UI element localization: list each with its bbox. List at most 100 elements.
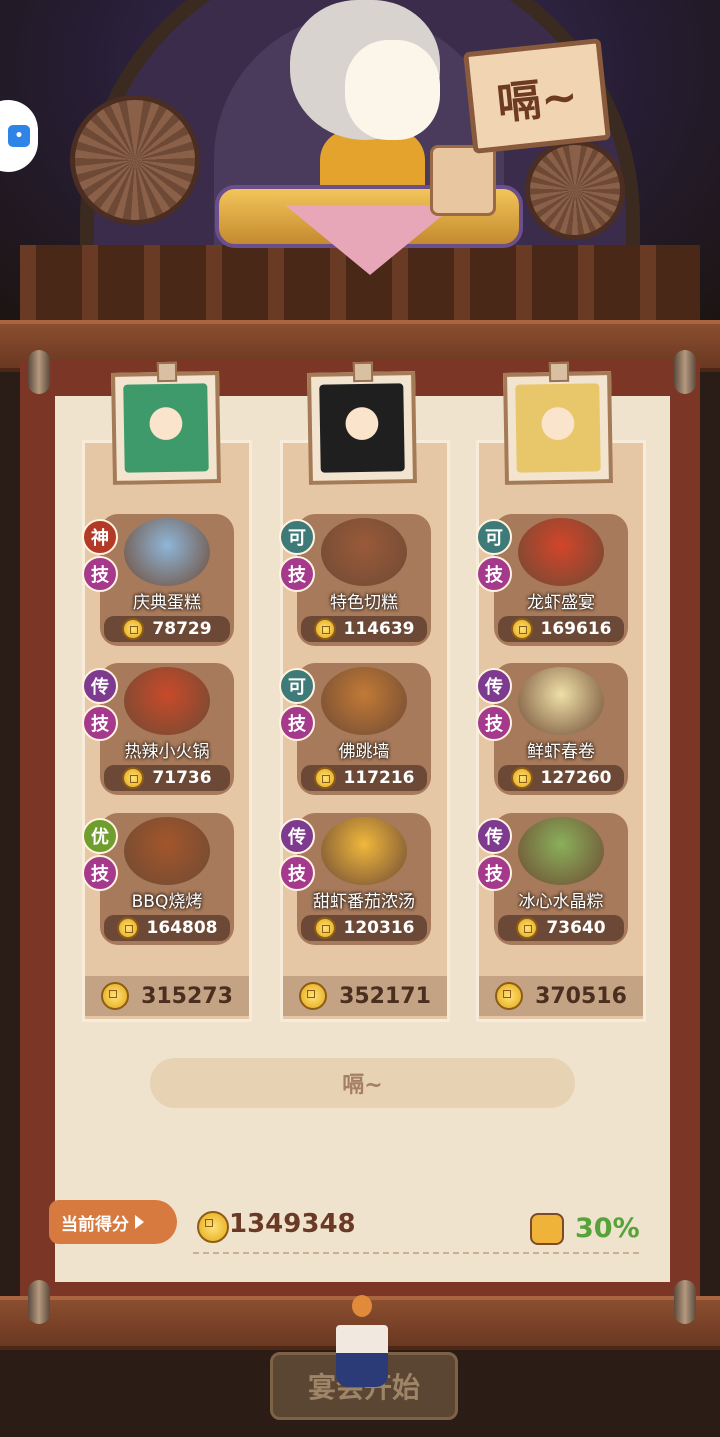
dish-name: 鲜虾春卷 <box>527 742 595 762</box>
coin-icon <box>299 982 328 1010</box>
bonus-percent: 30% <box>575 1213 640 1244</box>
dish-card[interactable]: 佛跳墙 117216 <box>297 663 431 795</box>
dish-image <box>321 817 407 885</box>
chat-icon: • <box>8 125 30 147</box>
avatar-image <box>123 383 209 473</box>
bonus-pot-icon <box>530 1213 564 1245</box>
skill-badge: 技 <box>82 855 118 891</box>
dish-name: 庆典蛋糕 <box>133 593 201 613</box>
dish-score-value: 127260 <box>540 768 612 788</box>
dish-score-value: 117216 <box>343 768 415 788</box>
dish-score-value: 78729 <box>152 619 212 639</box>
dish-score: 164808 <box>104 915 230 941</box>
coin-icon <box>122 767 145 789</box>
dish-score: 117216 <box>301 765 427 791</box>
stacked-bowls <box>430 145 496 216</box>
total-score: 1349348 <box>229 1209 356 1239</box>
rank-badge: 传 <box>279 818 315 854</box>
skill-badge: 技 <box>476 705 512 741</box>
burp-button[interactable]: 嗝~ <box>150 1058 575 1108</box>
column-total: 315273 <box>85 976 249 1016</box>
pin-icon <box>548 361 570 383</box>
skill-badge: 技 <box>476 855 512 891</box>
avatar-image <box>319 383 405 473</box>
coin-icon <box>510 767 533 789</box>
scroll-knob <box>28 350 50 394</box>
character-face <box>345 40 440 140</box>
coin-icon <box>101 982 130 1010</box>
rank-badge: 传 <box>82 668 118 704</box>
dish-score: 114639 <box>301 616 427 642</box>
dish-image <box>321 518 407 586</box>
current-score-label: 当前得分 <box>49 1200 177 1244</box>
dish-score: 169616 <box>498 616 624 642</box>
avatar-image <box>515 383 601 473</box>
dish-card[interactable]: 龙虾盛宴 169616 <box>494 514 628 646</box>
coin-icon <box>516 917 539 939</box>
dish-score: 78729 <box>104 616 230 642</box>
divider <box>193 1252 639 1254</box>
dish-card[interactable]: 特色切糕 114639 <box>297 514 431 646</box>
column-total: 370516 <box>479 976 643 1016</box>
coin-icon <box>313 618 336 640</box>
dish-card[interactable]: 冰心水晶粽 73640 <box>494 813 628 945</box>
skill-badge: 技 <box>82 556 118 592</box>
fan-decoration-right <box>525 140 625 240</box>
pin-icon <box>352 361 374 383</box>
coin-icon <box>313 917 336 939</box>
dish-image <box>518 667 604 735</box>
dish-card[interactable]: 热辣小火锅 71736 <box>100 663 234 795</box>
banquet-scene: 嗝~ • <box>0 0 720 330</box>
dish-name: 特色切糕 <box>330 593 398 613</box>
dish-name: 冰心水晶粽 <box>518 892 604 912</box>
pin-icon <box>156 361 178 383</box>
scroll-knob <box>28 1280 50 1324</box>
dish-score: 127260 <box>498 765 624 791</box>
dish-score: 71736 <box>104 765 230 791</box>
dish-score-value: 71736 <box>152 768 212 788</box>
coin-icon <box>116 917 139 939</box>
tassel-knot-icon <box>320 1295 404 1391</box>
side-menu-button[interactable]: • <box>0 100 38 172</box>
coin-icon <box>495 982 524 1010</box>
guest-avatar-3[interactable] <box>503 361 613 485</box>
rank-badge: 优 <box>82 818 118 854</box>
dish-image <box>124 518 210 586</box>
guest-avatar-1[interactable] <box>111 361 221 485</box>
scroll-knob <box>674 1280 696 1324</box>
dish-name: 龙虾盛宴 <box>527 593 595 613</box>
rank-badge: 可 <box>476 519 512 555</box>
dish-score-value: 114639 <box>343 619 415 639</box>
dish-image <box>124 667 210 735</box>
coin-icon <box>122 618 145 640</box>
guest-avatar-2[interactable] <box>307 361 417 485</box>
column-total: 352171 <box>283 976 447 1016</box>
rank-badge: 可 <box>279 668 315 704</box>
dish-card[interactable]: BBQ烧烤 164808 <box>100 813 234 945</box>
rank-badge: 传 <box>476 818 512 854</box>
dish-score: 120316 <box>301 915 427 941</box>
dish-image <box>518 817 604 885</box>
column-total-value: 315273 <box>141 983 233 1009</box>
rank-badge: 可 <box>279 519 315 555</box>
skill-badge: 技 <box>82 705 118 741</box>
current-score-label-text: 当前得分 <box>61 1214 129 1235</box>
dish-card[interactable]: 庆典蛋糕 78729 <box>100 514 234 646</box>
dish-score-value: 164808 <box>146 918 218 938</box>
dish-score-value: 73640 <box>546 918 606 938</box>
dish-name: BBQ烧烤 <box>131 892 203 912</box>
skill-badge: 技 <box>279 705 315 741</box>
burp-sign: 嗝~ <box>463 38 611 154</box>
dish-score-value: 169616 <box>540 619 612 639</box>
dish-image <box>518 518 604 586</box>
rank-badge: 传 <box>476 668 512 704</box>
dish-card[interactable]: 甜虾番茄浓汤 120316 <box>297 813 431 945</box>
dish-name: 佛跳墙 <box>338 742 390 762</box>
dish-score: 73640 <box>498 915 624 941</box>
dish-score-value: 120316 <box>343 918 415 938</box>
skill-badge: 技 <box>476 556 512 592</box>
column-total-value: 352171 <box>339 983 431 1009</box>
dish-name: 热辣小火锅 <box>124 742 210 762</box>
dish-name: 甜虾番茄浓汤 <box>313 892 415 912</box>
dish-card[interactable]: 鲜虾春卷 127260 <box>494 663 628 795</box>
